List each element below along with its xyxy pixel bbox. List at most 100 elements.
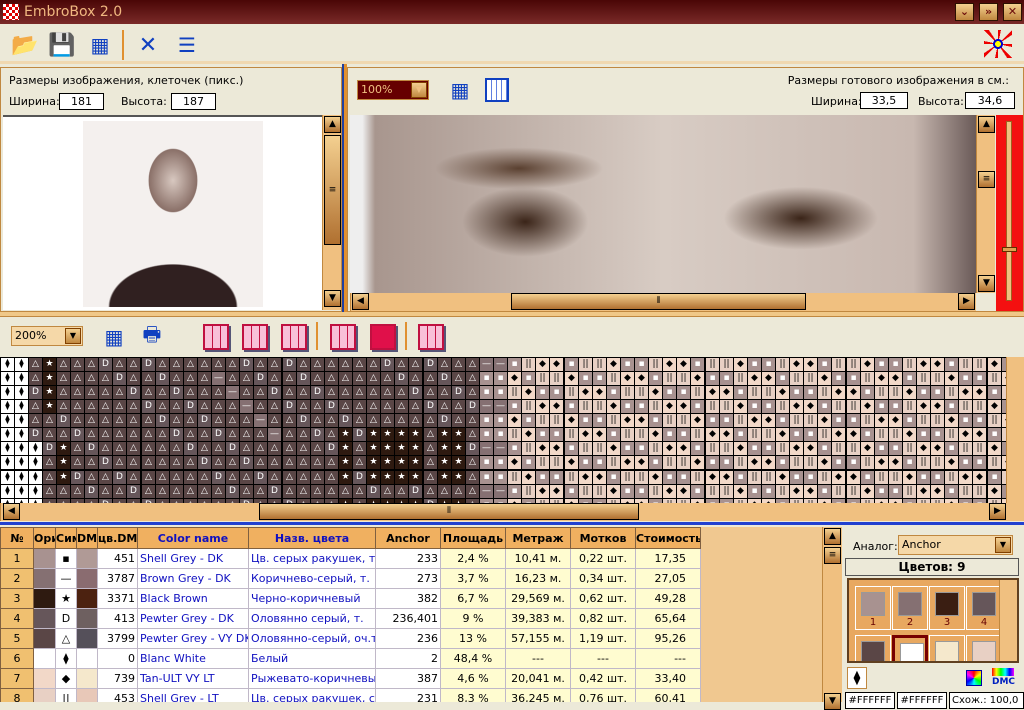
pattern-cell[interactable]: △ bbox=[127, 456, 140, 469]
pattern-cell[interactable]: ◆ bbox=[832, 428, 845, 441]
pattern-cell[interactable]: || bbox=[776, 485, 789, 498]
pattern-cell[interactable]: △ bbox=[85, 400, 98, 413]
pattern-cell[interactable]: △ bbox=[212, 442, 225, 455]
pattern-cell[interactable]: ▪ bbox=[959, 414, 972, 427]
column-header[interactable]: Ори bbox=[33, 527, 56, 549]
pattern-cell[interactable]: △ bbox=[99, 428, 112, 441]
pattern-cell[interactable]: D bbox=[367, 485, 380, 498]
horizontal-splitter[interactable] bbox=[0, 312, 1024, 317]
pattern-cell[interactable]: ◆ bbox=[706, 428, 719, 441]
pattern-cell[interactable]: || bbox=[720, 442, 733, 455]
pattern-cell[interactable]: △ bbox=[170, 400, 183, 413]
pattern-cell[interactable]: △ bbox=[297, 400, 310, 413]
pattern-cell[interactable]: △ bbox=[156, 386, 169, 399]
pattern-cell[interactable]: || bbox=[945, 471, 958, 484]
pattern-cell[interactable]: D bbox=[311, 386, 324, 399]
column-header[interactable]: Мотков bbox=[570, 527, 636, 549]
pattern-cell[interactable]: || bbox=[706, 400, 719, 413]
pattern-cell[interactable]: D bbox=[113, 372, 126, 385]
pattern-cell[interactable]: || bbox=[988, 456, 1001, 469]
pattern-cell[interactable]: △ bbox=[57, 372, 70, 385]
pattern-cell[interactable]: || bbox=[748, 428, 761, 441]
pattern-cell[interactable]: △ bbox=[395, 386, 408, 399]
table-row[interactable]: 3 ★ 3371 Black Brown Черно-коричневый 382 6,7 … bbox=[0, 588, 701, 609]
preview-horizontal-scrollbar[interactable]: ◀ ⦀ ▶ bbox=[350, 293, 976, 311]
pattern-cell[interactable]: △ bbox=[85, 372, 98, 385]
pattern-cell[interactable]: — bbox=[494, 442, 507, 455]
pattern-cell[interactable]: D bbox=[339, 414, 352, 427]
pattern-cell[interactable]: ◆ bbox=[607, 442, 620, 455]
pattern-cell[interactable]: △ bbox=[424, 485, 437, 498]
pattern-cell[interactable]: || bbox=[790, 372, 803, 385]
column-header[interactable]: Стоимость bbox=[635, 527, 701, 549]
pattern-cell[interactable]: ▪ bbox=[734, 471, 747, 484]
pattern-cell[interactable]: || bbox=[973, 442, 986, 455]
pattern-cell[interactable]: △ bbox=[184, 428, 197, 441]
pattern-cell[interactable]: D bbox=[466, 400, 479, 413]
pattern-cell[interactable]: ◆ bbox=[522, 386, 535, 399]
pattern-cell[interactable]: △ bbox=[142, 386, 155, 399]
pattern-cell[interactable]: || bbox=[917, 414, 930, 427]
scroll-down-button[interactable]: ▼ bbox=[978, 275, 995, 292]
pattern-cell[interactable]: △ bbox=[283, 442, 296, 455]
pattern-cell[interactable]: ▪ bbox=[550, 471, 563, 484]
pattern-cell[interactable]: || bbox=[931, 414, 944, 427]
pattern-cell[interactable]: △ bbox=[325, 456, 338, 469]
pattern-cell[interactable]: || bbox=[818, 471, 831, 484]
pattern-cell[interactable]: ▪ bbox=[494, 372, 507, 385]
pattern-cell[interactable]: ▪ bbox=[508, 485, 521, 498]
pattern-cell[interactable]: ▪ bbox=[508, 358, 521, 371]
pattern-cell[interactable]: △ bbox=[170, 471, 183, 484]
pattern-cell[interactable]: ⧫ bbox=[1, 400, 14, 413]
pattern-cell[interactable]: — bbox=[480, 442, 493, 455]
pattern-cell[interactable]: ◆ bbox=[804, 400, 817, 413]
pattern-cell[interactable]: △ bbox=[452, 358, 465, 371]
pattern-cell[interactable]: ⧫ bbox=[1, 442, 14, 455]
pattern-cell[interactable]: △ bbox=[156, 428, 169, 441]
pattern-cell[interactable]: △ bbox=[240, 414, 253, 427]
pattern-cell[interactable]: △ bbox=[367, 414, 380, 427]
pattern-cell[interactable]: △ bbox=[240, 442, 253, 455]
pattern-cell[interactable]: ◆ bbox=[945, 414, 958, 427]
scroll-thumb[interactable]: ⦀ bbox=[511, 293, 806, 310]
pattern-cell[interactable]: || bbox=[889, 471, 902, 484]
pattern-cell[interactable]: || bbox=[607, 414, 620, 427]
pattern-cell[interactable]: ▪ bbox=[762, 485, 775, 498]
pattern-cell[interactable]: ▪ bbox=[494, 386, 507, 399]
column-header[interactable]: № bbox=[0, 527, 34, 549]
pattern-cell[interactable]: ▪ bbox=[579, 372, 592, 385]
pattern-cell[interactable]: || bbox=[536, 456, 549, 469]
pattern-cell[interactable]: ★ bbox=[43, 400, 56, 413]
pattern-cell[interactable]: △ bbox=[424, 386, 437, 399]
pattern-cell[interactable]: △ bbox=[226, 456, 239, 469]
pattern-cell[interactable]: ◆ bbox=[875, 414, 888, 427]
pattern-cell[interactable]: ▪ bbox=[847, 372, 860, 385]
pattern-cell[interactable]: ◆ bbox=[804, 358, 817, 371]
pattern-cell[interactable]: △ bbox=[353, 456, 366, 469]
pattern-cell[interactable]: || bbox=[988, 372, 1001, 385]
pattern-cell[interactable]: △ bbox=[424, 442, 437, 455]
pattern-cell[interactable]: ⧫ bbox=[15, 471, 28, 484]
scroll-down-button[interactable]: ▼ bbox=[324, 290, 341, 307]
pattern-cell[interactable]: ◆ bbox=[762, 414, 775, 427]
pattern-cell[interactable]: △ bbox=[297, 442, 310, 455]
pattern-cell[interactable]: △ bbox=[113, 386, 126, 399]
pattern-cell[interactable]: ◆ bbox=[593, 386, 606, 399]
pattern-cell[interactable]: △ bbox=[57, 400, 70, 413]
pattern-cell[interactable]: ▪ bbox=[988, 386, 1001, 399]
pattern-cell[interactable]: ★ bbox=[367, 442, 380, 455]
scroll-right-button[interactable]: ▶ bbox=[958, 293, 975, 310]
pattern-cell[interactable]: ▪ bbox=[677, 428, 690, 441]
pattern-cell[interactable]: △ bbox=[156, 442, 169, 455]
pattern-cell[interactable]: ▪ bbox=[663, 428, 676, 441]
pattern-cell[interactable]: △ bbox=[85, 386, 98, 399]
pattern-cell[interactable]: △ bbox=[353, 358, 366, 371]
pattern-cell[interactable]: ▪ bbox=[720, 372, 733, 385]
pattern-cell[interactable]: △ bbox=[198, 386, 211, 399]
pattern-cell[interactable]: ▪ bbox=[480, 386, 493, 399]
close-button[interactable]: ✕ bbox=[1003, 3, 1022, 21]
pattern-cell[interactable]: △ bbox=[113, 400, 126, 413]
pattern-cell[interactable]: D bbox=[395, 372, 408, 385]
pattern-cell[interactable]: || bbox=[621, 471, 634, 484]
pattern-cell[interactable]: ▪ bbox=[635, 400, 648, 413]
